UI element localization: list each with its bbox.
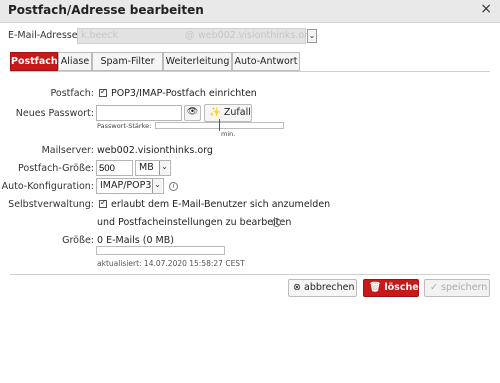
usage-bar — [96, 246, 225, 255]
footer-divider — [10, 274, 490, 275]
email-domain: web002.visionthinks.org — [198, 30, 314, 41]
save-button-label: speichern — [441, 282, 488, 293]
save-button[interactable]: ✓ speichern — [424, 279, 490, 297]
size-unit-value: MB — [139, 162, 154, 173]
email-address-field[interactable]: k.beeck @ web002.visionthinks.org — [77, 28, 314, 44]
selfadmin-label: Selbstverwaltung: — [8, 199, 94, 210]
email-at: @ — [185, 30, 195, 41]
postfach-label: Postfach: — [50, 88, 95, 99]
mailserver-value: web002.visionthinks.org — [97, 145, 213, 156]
random-password-button[interactable]: ✨ Zufall — [204, 104, 252, 122]
autoconfig-select[interactable]: IMAP/POP3 ⌄ — [96, 178, 164, 194]
strength-min-marker — [219, 119, 220, 131]
strength-label: Passwort-Stärke: — [97, 122, 152, 130]
selfadmin-text-1: erlaubt dem E-Mail-Benutzer sich anzumel… — [111, 199, 331, 210]
random-button-label: Zufall — [223, 107, 251, 118]
password-input[interactable] — [96, 105, 182, 121]
domain-dropdown-icon[interactable]: ⌄ — [307, 29, 317, 43]
trash-icon: 🗑 — [369, 282, 382, 293]
email-local-part: k.beeck — [81, 30, 118, 41]
password-label: Neues Passwort: — [15, 108, 94, 119]
usage-label: Größe: — [62, 235, 94, 246]
cancel-button-label: abbrechen — [304, 282, 355, 293]
usage-value: 0 E-Mails (0 MB) — [97, 235, 174, 246]
dialog-title: Postfach/Adresse bearbeiten — [8, 3, 204, 17]
close-icon[interactable]: × — [480, 1, 492, 17]
strength-min-label: min. — [221, 130, 236, 138]
autoconfig-label: Auto-Konfiguration: — [1, 181, 94, 192]
cancel-icon: ⊗ — [293, 282, 301, 293]
delete-button[interactable]: 🗑 löschen — [363, 279, 425, 297]
delete-button-label: löschen — [384, 282, 426, 293]
tab-weiterleitung[interactable]: Weiterleitung — [163, 52, 232, 71]
tab-aliase[interactable]: Aliase — [58, 52, 92, 71]
chevron-down-icon: ⌄ — [159, 161, 169, 175]
tab-auto-antwort[interactable]: Auto-Antwort — [232, 52, 300, 71]
cancel-button[interactable]: ⊗ abbrechen — [288, 279, 357, 297]
tab-divider — [10, 71, 490, 72]
dialog-titlebar: Postfach/Adresse bearbeiten × — [0, 0, 500, 23]
size-unit-select[interactable]: MB ⌄ — [135, 160, 171, 176]
updated-timestamp: aktualisiert: 14.07.2020 15:58:27 CEST — [97, 259, 245, 268]
email-label: E-Mail-Adresse: — [8, 30, 81, 41]
tab-spam-filter[interactable]: Spam-Filter — [92, 52, 163, 71]
postfach-checkbox[interactable] — [99, 87, 107, 97]
magic-wand-icon: ✨ — [209, 107, 221, 118]
postfach-check-text: POP3/IMAP-Postfach einrichten — [111, 88, 257, 99]
autoconfig-value: IMAP/POP3 — [100, 180, 152, 191]
mailserver-label: Mailserver: — [41, 145, 94, 156]
check-icon: ✓ — [430, 282, 438, 293]
selfadmin-text-2: und Postfacheinstellungen zu bearbeiten — [97, 217, 292, 228]
edit-mailbox-dialog: Postfach/Adresse bearbeiten × E-Mail-Adr… — [0, 0, 500, 383]
info-icon[interactable]: i — [272, 218, 281, 227]
info-icon[interactable]: i — [169, 182, 178, 191]
mailbox-size-label: Postfach-Größe: — [18, 163, 94, 174]
selfadmin-checkbox[interactable] — [99, 198, 107, 208]
eye-icon[interactable]: 👁 — [184, 105, 201, 121]
tab-postfach[interactable]: Postfach — [10, 52, 58, 71]
mailbox-size-input[interactable] — [96, 160, 133, 176]
chevron-down-icon: ⌄ — [152, 179, 162, 193]
